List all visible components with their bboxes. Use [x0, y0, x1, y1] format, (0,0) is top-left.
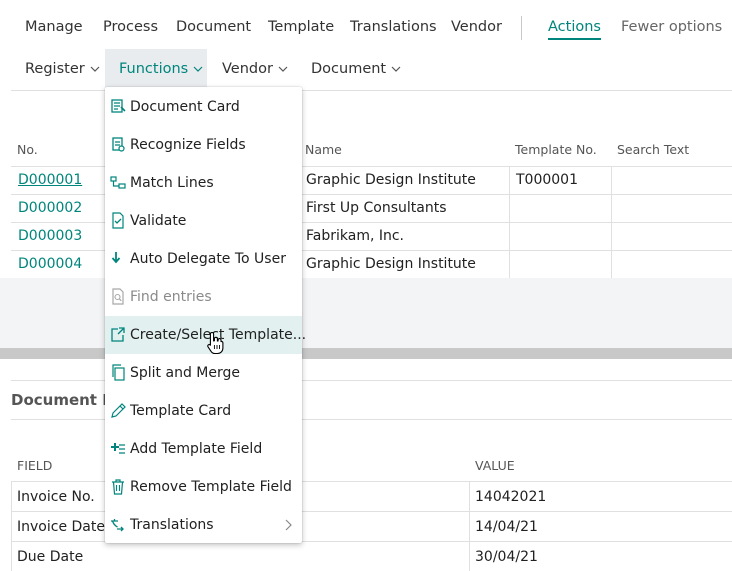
value-invoice-date[interactable]: 14/04/21	[475, 519, 538, 535]
column-header-no[interactable]: No.	[17, 142, 38, 157]
row-1-template-no: T000001	[516, 172, 578, 188]
column-divider	[509, 166, 510, 278]
row-2-name: First Up Consultants	[306, 200, 447, 216]
menu-item-label: Remove Template Field	[130, 479, 292, 495]
menu-item-find-entries[interactable]: Find entries	[105, 278, 302, 316]
recognize-fields-icon	[110, 136, 126, 153]
column-divider	[469, 481, 470, 571]
row-4-no-link[interactable]: D000004	[18, 256, 82, 272]
register-menu-button[interactable]: Register	[25, 49, 100, 89]
chevron-down-icon	[193, 65, 203, 73]
menu-item-label: Validate	[130, 213, 187, 229]
menu-item-validate[interactable]: Validate	[105, 202, 302, 240]
vendor-menu-button[interactable]: Vendor	[222, 49, 288, 89]
menu-item-label: Auto Delegate To User	[130, 251, 286, 267]
menu-item-translations[interactable]: Translations	[105, 506, 302, 544]
column-header-search-text[interactable]: Search Text	[617, 142, 689, 157]
tab-manage[interactable]: Manage	[25, 19, 83, 35]
hand-pointer-cursor-icon	[207, 331, 225, 359]
tab-actions[interactable]: Actions	[548, 19, 601, 40]
create-template-icon	[110, 326, 126, 343]
menu-item-auto-delegate[interactable]: Auto Delegate To User	[105, 240, 302, 278]
menu-item-recognize-fields[interactable]: Recognize Fields	[105, 126, 302, 164]
tab-process[interactable]: Process	[103, 19, 158, 35]
pencil-icon	[110, 402, 126, 419]
row-3-name: Fabrikam, Inc.	[306, 228, 405, 244]
column-header-name[interactable]: Name	[305, 142, 342, 157]
menu-item-label: Match Lines	[130, 175, 214, 191]
register-label: Register	[25, 61, 85, 77]
chevron-down-icon	[391, 65, 401, 73]
menu-item-split-and-merge[interactable]: Split and Merge	[105, 354, 302, 392]
menu-item-match-lines[interactable]: Match Lines	[105, 164, 302, 202]
menu-item-label: Split and Merge	[130, 365, 240, 381]
column-header-value[interactable]: VALUE	[475, 458, 515, 473]
column-header-template-no[interactable]: Template No.	[515, 142, 597, 157]
menu-item-add-template-field[interactable]: Add Template Field	[105, 430, 302, 468]
functions-menu-button[interactable]: Functions	[105, 49, 207, 89]
menu-item-label: Document Card	[130, 99, 240, 115]
chevron-down-icon	[278, 65, 288, 73]
menu-item-label: Find entries	[130, 289, 212, 305]
menu-item-remove-template-field[interactable]: Remove Template Field	[105, 468, 302, 506]
functions-label: Functions	[119, 61, 189, 77]
match-lines-icon	[110, 174, 126, 191]
field-invoice-date: Invoice Date	[17, 519, 105, 535]
copy-icon	[110, 364, 126, 381]
row-4-name: Graphic Design Institute	[306, 256, 476, 272]
row-1-no-link[interactable]: D000001	[18, 172, 82, 188]
tab-separator	[521, 16, 522, 40]
trash-icon	[110, 478, 126, 495]
column-divider	[11, 481, 12, 571]
tab-vendor[interactable]: Vendor	[451, 19, 502, 35]
menu-item-label: Add Template Field	[130, 441, 263, 457]
menu-item-document-card[interactable]: Document Card	[105, 88, 302, 126]
field-invoice-no: Invoice No.	[17, 489, 95, 505]
arrow-down-icon	[110, 250, 126, 267]
row-2-no-link[interactable]: D000002	[18, 200, 82, 216]
document-menu-button[interactable]: Document	[311, 49, 401, 89]
menu-item-label: Recognize Fields	[130, 137, 246, 153]
add-field-icon	[110, 440, 126, 457]
menu-item-label: Translations	[130, 517, 214, 533]
column-header-field[interactable]: FIELD	[17, 458, 52, 473]
tab-document[interactable]: Document	[176, 19, 251, 35]
find-entries-icon	[110, 288, 126, 305]
chevron-down-icon	[90, 65, 100, 73]
value-due-date[interactable]: 30/04/21	[475, 549, 538, 565]
tab-template[interactable]: Template	[268, 19, 334, 35]
document-card-icon	[110, 98, 126, 115]
chevron-right-icon	[285, 519, 292, 535]
menu-item-create-select-template[interactable]: Create/Select Template...	[105, 316, 306, 354]
row-3-no-link[interactable]: D000003	[18, 228, 82, 244]
row-1-name: Graphic Design Institute	[306, 172, 476, 188]
document-label: Document	[311, 61, 387, 77]
field-due-date: Due Date	[17, 549, 84, 565]
menu-item-label: Template Card	[130, 403, 232, 419]
column-divider	[611, 166, 612, 278]
validate-icon	[110, 212, 126, 229]
translate-icon	[110, 516, 126, 533]
value-invoice-no[interactable]: 14042021	[475, 489, 546, 505]
tab-translations[interactable]: Translations	[350, 19, 437, 35]
menu-item-template-card[interactable]: Template Card	[105, 392, 302, 430]
functions-dropdown-menu: Document Card Recognize Fields Match Lin…	[105, 87, 306, 544]
vendor-label: Vendor	[222, 61, 273, 77]
fewer-options-button[interactable]: Fewer options	[621, 19, 722, 35]
